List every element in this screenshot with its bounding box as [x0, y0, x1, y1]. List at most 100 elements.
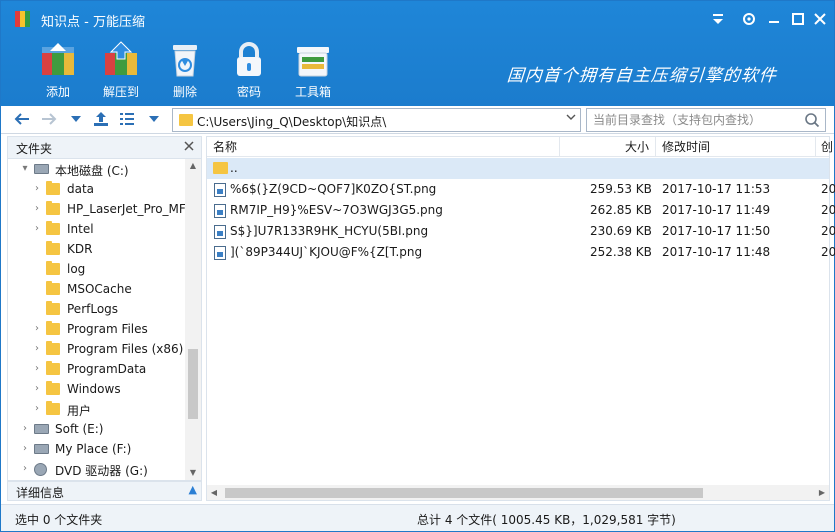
chevron-down-icon	[566, 114, 576, 120]
drive-icon	[34, 444, 49, 454]
path-dropdown-button[interactable]	[564, 111, 578, 129]
file-name: S$}]U7R133R9HK_HCYU(5BI.png	[230, 224, 429, 238]
search-input[interactable]	[593, 112, 801, 128]
view-mode-button[interactable]	[117, 110, 137, 130]
password-label: 密码	[236, 85, 261, 99]
file-created: 20	[821, 224, 835, 238]
scroll-down-icon[interactable]: ▼	[185, 466, 201, 480]
collapsed-arrow-icon[interactable]: ›	[32, 342, 42, 356]
path-input[interactable]: C:\Users\Jing_Q\Desktop\知识点\	[172, 108, 581, 132]
scroll-up-icon[interactable]: ▲	[185, 159, 201, 173]
add-button[interactable]: 添加	[28, 41, 88, 101]
window-title: 知识点 - 万能压缩	[41, 15, 145, 30]
search-icon[interactable]	[804, 112, 820, 128]
status-selection: 选中 0 个文件夹	[15, 513, 103, 527]
image-file-icon	[214, 225, 226, 239]
tree-item[interactable]: › data	[8, 179, 185, 199]
collapsed-arrow-icon[interactable]: ›	[32, 362, 42, 376]
file-row[interactable]: RM7IP_H9}%ESV~7O3WGJ3G5.png 262.85 KB 2017…	[207, 200, 835, 221]
up-level-button[interactable]	[91, 110, 111, 130]
collapsed-arrow-icon[interactable]: ›	[20, 422, 30, 436]
tree-item-label: Program Files (x86)	[67, 342, 184, 356]
scroll-right-icon[interactable]: ▶	[815, 485, 829, 500]
menu-dropdown-icon[interactable]	[707, 9, 729, 29]
column-divider[interactable]	[815, 137, 816, 157]
column-divider[interactable]	[559, 137, 560, 157]
toolbox-label: 工具箱	[294, 85, 331, 99]
parent-folder-row[interactable]: ..	[207, 158, 829, 179]
title-bar: 知识点 - 万能压缩	[1, 1, 834, 35]
file-name: ](`89P344UJ`KJOU@F%{Z[T.png	[230, 245, 423, 259]
drive-icon	[34, 424, 49, 434]
tree-item-label: My Place (F:)	[55, 442, 132, 456]
forward-button[interactable]	[39, 110, 59, 130]
caret-down-icon	[149, 116, 159, 122]
tree-item[interactable]: log	[8, 259, 185, 279]
tree-item[interactable]: KDR	[8, 239, 185, 259]
file-modified: 2017-10-17 11:48	[662, 245, 771, 259]
collapsed-arrow-icon[interactable]: ›	[32, 322, 42, 336]
collapsed-arrow-icon[interactable]: ›	[32, 382, 42, 396]
folder-icon	[179, 114, 193, 126]
collapsed-arrow-icon[interactable]: ›	[32, 222, 42, 236]
tree-item[interactable]: › DVD 驱动器 (G:)	[8, 459, 185, 479]
view-dropdown-button[interactable]	[144, 110, 164, 130]
tree-item-label: ProgramData	[67, 362, 147, 376]
file-row[interactable]: %6$(}Z(9CD~QOF7]K0ZO{ST.png 259.53 KB 2017…	[207, 179, 835, 200]
tree-item[interactable]: › 用户	[8, 399, 185, 419]
back-button[interactable]	[12, 110, 32, 130]
password-button[interactable]: 密码	[219, 41, 279, 101]
slogan: 国内首个拥有自主压缩引擎的软件	[506, 66, 778, 86]
collapsed-arrow-icon[interactable]: ›	[20, 442, 30, 456]
collapsed-arrow-icon[interactable]: ›	[32, 182, 42, 196]
delete-icon	[173, 45, 197, 77]
tree-item[interactable]: MSOCache	[8, 279, 185, 299]
extract-icon	[105, 41, 137, 75]
close-panel-button[interactable]	[181, 138, 197, 156]
skin-icon[interactable]	[738, 9, 760, 29]
collapsed-arrow-icon[interactable]: ›	[32, 202, 42, 216]
extract-button[interactable]: 解压到	[91, 41, 151, 101]
file-row[interactable]: S$}]U7R133R9HK_HCYU(5BI.png 230.69 KB 2017…	[207, 221, 835, 242]
collapsed-arrow-icon[interactable]: ›	[32, 402, 42, 416]
maximize-button[interactable]	[787, 9, 809, 29]
scroll-left-icon[interactable]: ◀	[207, 485, 221, 500]
expanded-arrow-icon[interactable]: ▾	[20, 162, 30, 176]
tree-item[interactable]: › Program Files	[8, 319, 185, 339]
tree-item[interactable]: › Soft (E:)	[8, 419, 185, 439]
tree-item[interactable]: › Program Files (x86)	[8, 339, 185, 359]
tree-item[interactable]: › HP_LaserJet_Pro_MF	[8, 199, 185, 219]
scrollbar-thumb[interactable]	[225, 488, 703, 498]
tree-item[interactable]: › Windows	[8, 379, 185, 399]
folder-icon	[46, 261, 60, 275]
minimize-button[interactable]	[763, 9, 785, 29]
folder-tree-scrollbar[interactable]: ▲ ▼	[185, 159, 201, 480]
file-list-hscrollbar[interactable]: ◀ ▶	[207, 485, 829, 500]
tree-item-label: DVD 驱动器 (G:)	[55, 464, 148, 478]
column-divider[interactable]	[655, 137, 656, 157]
folder-icon	[46, 361, 60, 375]
tree-item[interactable]: PerfLogs	[8, 299, 185, 319]
file-row[interactable]: ](`89P344UJ`KJOU@F%{Z[T.png 252.38 KB 2017…	[207, 242, 835, 263]
tree-item[interactable]: › My Place (F:)	[8, 439, 185, 459]
tree-item[interactable]: › ProgramData	[8, 359, 185, 379]
folder-icon	[46, 301, 60, 315]
column-header: 名称 大小 修改时间 创	[207, 137, 833, 157]
collapsed-arrow-icon[interactable]: ›	[20, 462, 30, 476]
details-toggle[interactable]: 详细信息 ▲	[7, 481, 202, 501]
column-created[interactable]: 创	[821, 137, 833, 157]
history-dropdown-button[interactable]	[66, 110, 86, 130]
column-modified[interactable]: 修改时间	[662, 137, 710, 157]
toolbox-button[interactable]: 工具箱	[283, 41, 343, 101]
column-size[interactable]: 大小	[625, 137, 649, 157]
tree-item[interactable]: ▾ 本地磁盘 (C:)	[8, 159, 185, 179]
column-name[interactable]: 名称	[213, 137, 237, 157]
file-modified: 2017-10-17 11:50	[662, 224, 771, 238]
scrollbar-thumb[interactable]	[188, 349, 198, 419]
delete-button[interactable]: 删除	[155, 41, 215, 101]
close-button[interactable]	[809, 9, 831, 29]
tree-item[interactable]: › Intel	[8, 219, 185, 239]
file-list-panel: 名称 大小 修改时间 创 .. %6$(}Z(9CD~QOF7]K0ZO{ST.…	[206, 136, 835, 501]
delete-label: 删除	[172, 85, 197, 99]
folder-icon	[46, 281, 60, 295]
